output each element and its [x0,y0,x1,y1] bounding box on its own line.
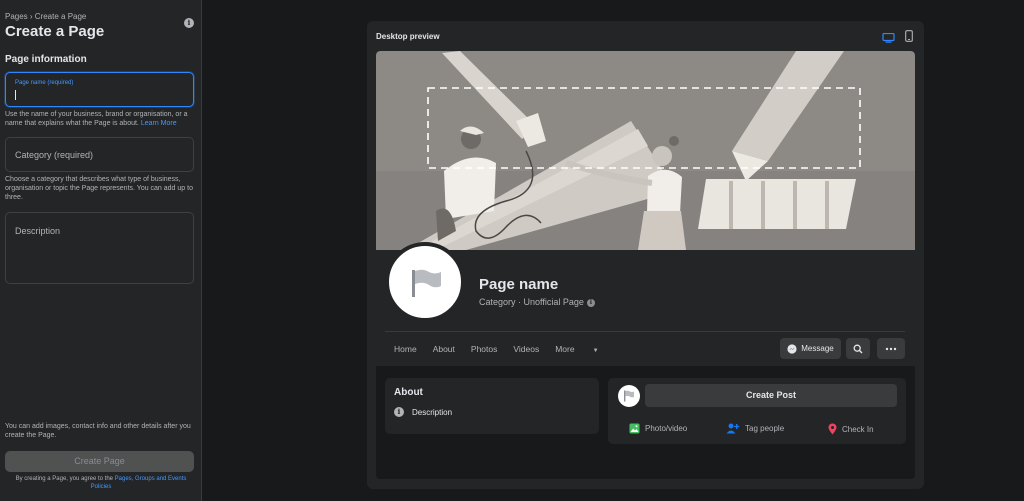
create-post-card: Create Post Photo/video Tag people Check… [608,378,906,444]
photo-icon [629,423,640,434]
description-textarea[interactable]: Description [5,212,194,284]
desktop-view-icon[interactable] [882,30,895,48]
mobile-view-icon[interactable] [905,29,913,47]
category-info-icon[interactable]: i [586,298,595,307]
photo-video-action[interactable]: Photo/video [629,423,687,434]
category-input[interactable]: Category (required) [5,137,194,172]
preview-page-name: Page name [479,276,559,293]
caret-down-icon: ▼ [592,348,599,354]
learn-more-link[interactable]: Learn More [141,120,177,127]
tag-people-action[interactable]: Tag people [726,423,784,434]
page-tabs: Home About Photos Videos More ▼ [394,344,631,354]
messenger-icon [787,343,797,354]
breadcrumb[interactable]: Pages › Create a Page [5,12,86,21]
category-placeholder: Category (required) [15,150,94,160]
text-cursor [15,90,16,100]
divider [385,331,905,332]
tab-home[interactable]: Home [394,344,417,354]
about-card: About i Description [385,378,599,434]
create-page-button[interactable]: Create Page [5,451,194,472]
description-row: i Description [394,407,452,417]
mini-avatar [618,385,640,407]
page-name-help: Use the name of your business, brand or … [5,111,188,127]
page-name-input[interactable]: Page name (required) [5,72,194,107]
flag-icon [412,269,441,297]
page-title: Create a Page [5,23,105,40]
preview-title: Desktop preview [376,32,440,41]
create-post-button[interactable]: Create Post [645,384,897,407]
page-name-label: Page name (required) [15,80,74,86]
preview-category: Category · Unofficial Page i [479,297,595,307]
tag-people-icon [726,423,740,434]
flag-icon [624,390,634,402]
message-button[interactable]: Message [780,338,841,359]
category-help: Choose a category that describes what ty… [5,176,193,201]
info-circle-icon: i [394,407,404,417]
section-title: Page information [5,54,87,65]
tab-photos[interactable]: Photos [471,344,497,354]
more-options-button[interactable] [877,338,905,359]
tab-more[interactable]: More ▼ [555,344,614,354]
check-in-action[interactable]: Check In [828,423,874,435]
search-button[interactable] [846,338,870,359]
page-preview: Page name Category · Unofficial Page i Ho… [376,51,915,479]
tab-about[interactable]: About [433,344,455,354]
desktop-preview-card: Desktop preview Page name Category · Uno… [367,21,924,489]
agree-text: By creating a Page, you agree to the Pag… [15,476,187,490]
bottom-note: You can add images, contact info and oth… [5,423,191,439]
search-icon [853,344,863,353]
ellipsis-icon [885,347,897,350]
profile-avatar[interactable] [385,242,465,322]
location-pin-icon [828,423,837,435]
tab-videos[interactable]: Videos [513,344,539,354]
description-placeholder: Description [15,226,61,236]
cover-photo[interactable] [376,51,915,250]
info-icon[interactable]: i [184,18,194,28]
profile-header: Page name Category · Unofficial Page i Ho… [376,242,915,366]
about-title: About [394,387,423,398]
create-page-sidebar: Pages › Create a Page Create a Page i Pa… [0,0,202,501]
